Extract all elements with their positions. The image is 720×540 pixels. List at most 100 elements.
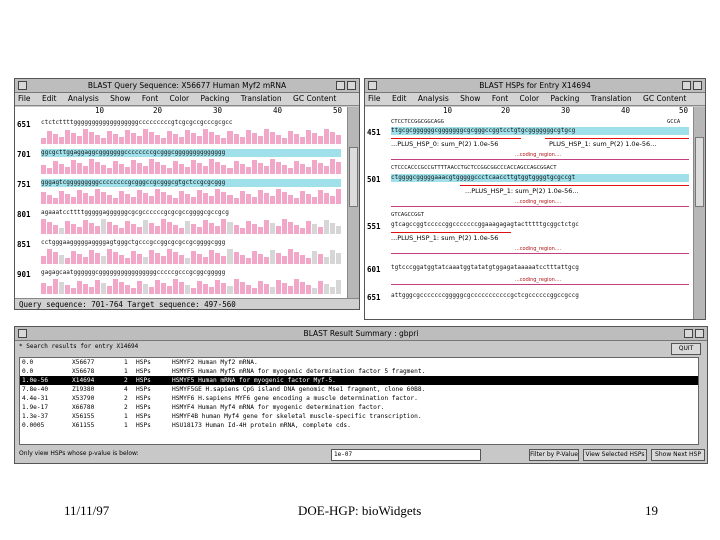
hsp-label[interactable]: ...PLUS_HSP_0: sum_P(2) 1.0e-56 xyxy=(391,140,498,148)
hsp-scrollbar[interactable] xyxy=(693,107,705,319)
menu-analysis[interactable]: Analysis xyxy=(68,94,99,103)
menu-translation[interactable]: Translation xyxy=(591,94,632,103)
histogram-bar xyxy=(179,191,185,204)
window-menu-icon[interactable] xyxy=(18,81,27,90)
view-selected-hsps-button[interactable]: View Selected HSPs xyxy=(583,449,647,461)
hsp-window-titlebar[interactable]: BLAST HSPs for Entry X14694 xyxy=(365,79,705,93)
histogram-bar xyxy=(281,192,287,204)
query-scrollbar[interactable] xyxy=(347,107,359,299)
result-rows: 0.0 X56677 1 HSPs HSMYF2 Human Myf2 mRNA. 0.0… xyxy=(20,358,698,430)
histogram-bar xyxy=(143,166,149,174)
histogram-bar xyxy=(197,254,203,264)
hsp-sequence-area[interactable]: 10 20 30 40 50 CTCCTCCGGCGGCAGG GCCA 451… xyxy=(365,107,705,319)
result-row[interactable]: 1.0e-56 X14694 2 HSPs HSMYF5 Human mRNA for … xyxy=(20,376,698,385)
menu-color[interactable]: Color xyxy=(520,94,540,103)
results-list[interactable]: 0.0 X56677 1 HSPs HSMYF2 Human Myf2 mRNA. 0.0… xyxy=(19,357,699,445)
query-window-titlebar[interactable]: BLAST Query Sequence: X56677 Human Myf2 … xyxy=(15,79,359,93)
menu-font[interactable]: Font xyxy=(492,94,508,103)
show-next-hsp-button[interactable]: Show Next HSP xyxy=(651,449,705,461)
histogram-bar xyxy=(287,286,293,294)
histogram-bar xyxy=(221,165,227,174)
histogram-bar xyxy=(95,189,101,204)
histogram-bar xyxy=(185,258,191,264)
result-desc: HSMYF4B human Myf4 gene for skeletal mus… xyxy=(172,413,422,420)
menu-file[interactable]: File xyxy=(18,94,31,103)
maximize-icon[interactable] xyxy=(693,81,702,90)
ruler-tick: 50 xyxy=(333,107,343,115)
window-menu-icon[interactable] xyxy=(368,81,377,90)
histogram-bar xyxy=(209,223,215,234)
scroll-thumb[interactable] xyxy=(349,147,358,207)
histogram-bar xyxy=(299,137,305,144)
result-desc: HSMYF5 Human mRNA for myogenic factor My… xyxy=(172,377,336,384)
histogram-bar xyxy=(77,227,83,234)
menu-packing[interactable]: Packing xyxy=(551,94,580,103)
pvalue-input[interactable]: 1e-07 xyxy=(331,449,481,461)
ruler-tick: 30 xyxy=(561,107,571,115)
coding-line xyxy=(391,206,689,207)
histogram-bar xyxy=(215,253,221,264)
histogram-bar xyxy=(107,195,113,204)
result-row[interactable]: 4.4e-31 X53790 2 HSPs HSMYF6 H.sapiens MYF6 … xyxy=(20,394,698,403)
hsp-seq-line: tgtcccggatggtatcaaatggtatatgtggagataaaaa… xyxy=(391,264,579,271)
histogram-bar xyxy=(197,136,203,144)
histogram-bar xyxy=(47,131,53,144)
menu-edit[interactable]: Edit xyxy=(392,94,407,103)
ruler-tick: 20 xyxy=(501,107,511,115)
histogram-bar xyxy=(89,250,95,264)
menu-translation[interactable]: Translation xyxy=(241,94,282,103)
menu-show[interactable]: Show xyxy=(110,94,130,103)
histogram-bar xyxy=(107,249,113,264)
histogram-bar xyxy=(101,138,107,144)
result-score: 0.0005 xyxy=(22,422,45,429)
result-desc: HSU18173 Human Id-4H protein mRNA, compl… xyxy=(172,422,351,429)
menu-font[interactable]: Font xyxy=(142,94,158,103)
histogram-bar xyxy=(281,256,287,264)
filter-by-pvalue-button[interactable]: Filter by P-Value xyxy=(529,449,579,461)
query-sequence-area[interactable]: 10 20 30 40 50 651 ctctcttttggggggggggggg… xyxy=(15,107,359,299)
histogram-bar xyxy=(143,193,149,204)
menu-file[interactable]: File xyxy=(368,94,381,103)
menu-analysis[interactable]: Analysis xyxy=(418,94,449,103)
menu-color[interactable]: Color xyxy=(170,94,190,103)
maximize-icon[interactable] xyxy=(695,329,704,338)
menu-show[interactable]: Show xyxy=(460,94,480,103)
summary-window-titlebar[interactable]: BLAST Result Summary : gbpri xyxy=(15,327,707,341)
histogram-bar xyxy=(209,159,215,174)
hsp-label[interactable]: ...PLUS_HSP_1: sum_P(2) 1.0e-56... xyxy=(465,187,579,195)
row-label: 451 xyxy=(367,128,381,137)
histogram-bar xyxy=(263,193,269,204)
maximize-icon[interactable] xyxy=(347,81,356,90)
histogram-bar xyxy=(263,129,269,144)
histogram-bar xyxy=(335,135,341,144)
histogram-bar xyxy=(185,285,191,294)
quit-button[interactable]: QUIT xyxy=(671,343,701,355)
window-menu-icon[interactable] xyxy=(18,329,27,338)
menu-gc-content[interactable]: GC Content xyxy=(643,94,686,103)
scroll-thumb[interactable] xyxy=(695,137,704,207)
hsp-label[interactable]: PLUS_HSP_1: sum_P(2) 1.0e-56... xyxy=(549,140,656,148)
result-n: 1 xyxy=(124,422,128,429)
hsp-line xyxy=(545,138,689,139)
histogram-bar xyxy=(47,222,53,234)
result-row[interactable]: 0.0 X56678 1 HSPs HSMYF5 Human Myf5 mRNA for… xyxy=(20,367,698,376)
histogram-bar xyxy=(317,190,323,204)
result-row[interactable]: 7.8e-40 Z19380 4 HSPs HSMYF5GE H.sapiens CpG… xyxy=(20,385,698,394)
ruler-tick: 10 xyxy=(443,107,453,115)
result-row[interactable]: 0.0005 X61155 1 HSPs HSU18173 Human Id-4H pr… xyxy=(20,421,698,430)
minimize-icon[interactable] xyxy=(682,81,691,90)
result-row[interactable]: 1.9e-17 X66780 2 HSPs HSMYF4 Human Myf4 mRNA… xyxy=(20,403,698,412)
histogram-bar xyxy=(239,164,245,174)
minimize-icon[interactable] xyxy=(336,81,345,90)
menu-gc-content[interactable]: GC Content xyxy=(293,94,336,103)
hsp-label[interactable]: ...PLUS_HSP_1: sum_P(2) 1.0e-56 xyxy=(391,234,498,242)
menu-packing[interactable]: Packing xyxy=(201,94,230,103)
minimize-icon[interactable] xyxy=(684,329,693,338)
menu-edit[interactable]: Edit xyxy=(42,94,57,103)
histogram-bar xyxy=(317,281,323,294)
result-row[interactable]: 0.0 X56677 1 HSPs HSMYF2 Human Myf2 mRNA. xyxy=(20,358,698,367)
histogram-bar xyxy=(233,279,239,294)
result-row[interactable]: 1.3e-37 X56155 1 HSPs HSMYF4B human Myf4 gen… xyxy=(20,412,698,421)
slide-center-title: DOE-HGP: bioWidgets xyxy=(298,503,422,518)
result-acc: X56677 xyxy=(72,359,95,366)
